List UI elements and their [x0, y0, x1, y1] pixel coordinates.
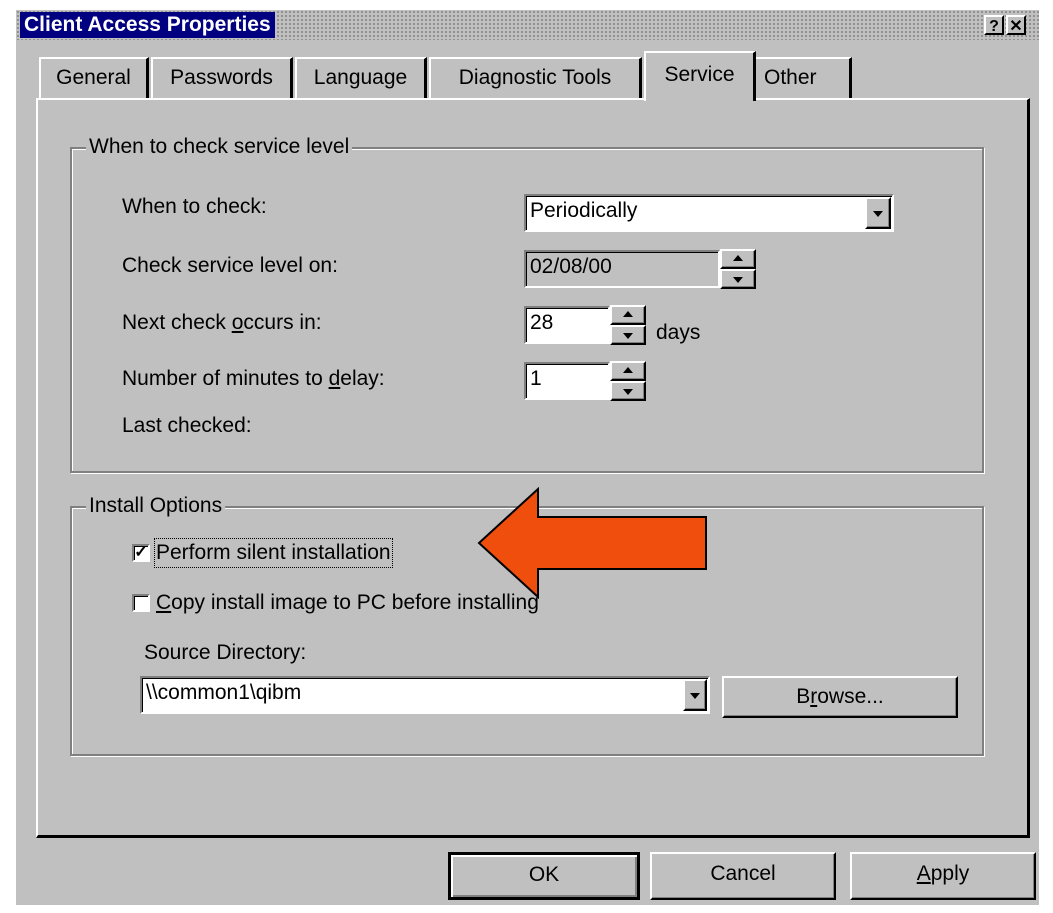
source-directory-value: \\common1\qibm [146, 681, 302, 704]
cancel-button[interactable]: Cancel [650, 852, 836, 900]
next-check-spin-up[interactable] [610, 305, 646, 325]
source-directory-dropdown[interactable]: \\common1\qibm [140, 676, 710, 714]
check-on-label: Check service level on: [122, 254, 338, 277]
apply-button[interactable]: Apply [850, 852, 1036, 900]
when-to-check-dropdown-button[interactable] [865, 197, 891, 229]
next-check-label: Next check occurs in: [122, 311, 322, 334]
tab-service[interactable]: Service [644, 51, 756, 101]
when-to-check-dropdown[interactable]: Periodically [524, 194, 894, 232]
when-to-check-value: Periodically [530, 199, 638, 222]
spin-down-icon [623, 389, 633, 395]
silent-install-checkbox-box[interactable]: ✓ [132, 544, 150, 562]
next-check-spin-down[interactable] [610, 325, 646, 345]
delay-field[interactable]: 1 [524, 362, 610, 400]
chevron-down-icon [690, 693, 700, 699]
title-bar[interactable]: Client Access Properties ? ✕ [16, 10, 1039, 40]
source-directory-dropdown-button[interactable] [683, 679, 707, 711]
last-checked-label: Last checked: [122, 414, 252, 437]
check-on-date-value: 02/08/00 [530, 255, 612, 278]
ok-button[interactable]: OK [448, 852, 640, 900]
tab-passwords[interactable]: Passwords [151, 57, 293, 99]
when-to-check-label: When to check: [122, 195, 267, 218]
check-on-date-field[interactable]: 02/08/00 [524, 250, 720, 288]
help-button[interactable]: ? [984, 15, 1004, 35]
close-icon: ✕ [1009, 18, 1023, 35]
delay-value: 1 [530, 367, 542, 390]
spin-down-icon [733, 277, 743, 283]
install-options-group-title: Install Options [86, 494, 226, 518]
chevron-down-icon [873, 211, 883, 217]
copy-image-checkbox-box[interactable] [132, 594, 150, 612]
delay-spin-down[interactable] [610, 381, 646, 401]
tab-other[interactable]: Other [754, 57, 852, 99]
close-button[interactable]: ✕ [1006, 15, 1026, 35]
tab-language[interactable]: Language [295, 57, 427, 99]
left-arrow-icon [477, 487, 707, 599]
spin-up-icon [733, 255, 743, 261]
spin-down-icon [623, 333, 633, 339]
delay-label: Number of minutes to delay: [122, 367, 385, 390]
tab-general[interactable]: General [39, 57, 149, 99]
next-check-field[interactable]: 28 [524, 306, 610, 344]
window-title: Client Access Properties [20, 12, 275, 38]
next-check-value: 28 [530, 311, 554, 334]
source-directory-label: Source Directory: [144, 641, 307, 664]
service-tab-panel: When to check service level When to chec… [36, 98, 1030, 838]
checkmark-icon: ✓ [134, 544, 148, 561]
check-on-spin-down[interactable] [720, 269, 756, 289]
service-level-group-title: When to check service level [86, 135, 353, 159]
silent-install-label[interactable]: Perform silent installation [154, 538, 393, 568]
tab-diagnostic-tools[interactable]: Diagnostic Tools [429, 57, 642, 99]
spin-up-icon [623, 311, 633, 317]
check-on-spin-up[interactable] [720, 249, 756, 269]
delay-spin-up[interactable] [610, 361, 646, 381]
next-check-unit: days [656, 321, 701, 344]
spin-up-icon [623, 367, 633, 373]
browse-button[interactable]: Browse... [722, 676, 958, 718]
